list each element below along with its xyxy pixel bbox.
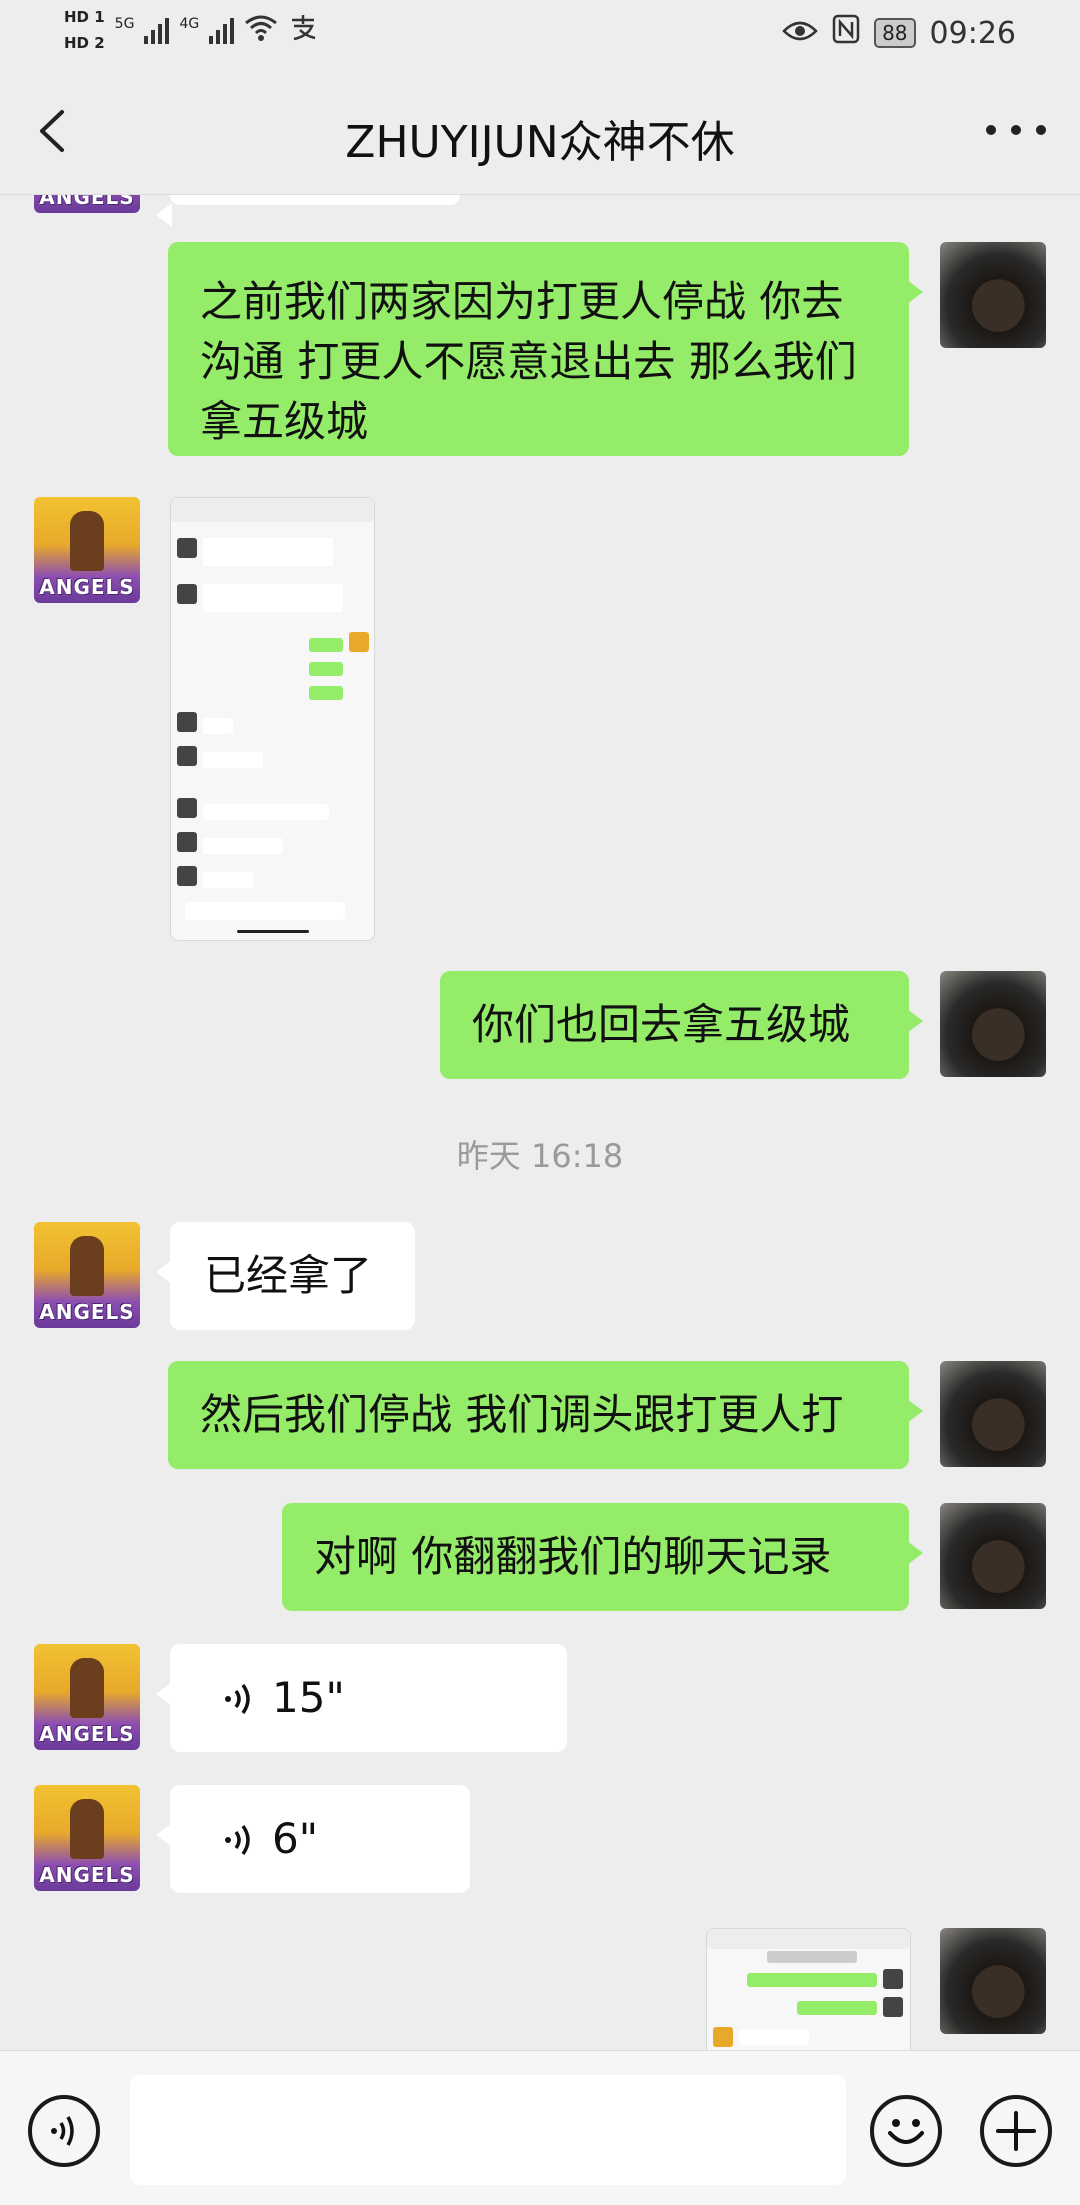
avatar-other[interactable]: ANGELS bbox=[34, 497, 140, 603]
avatar-other[interactable]: ANGELS bbox=[34, 1644, 140, 1750]
signal-icon bbox=[144, 16, 170, 44]
thumb-line bbox=[203, 584, 343, 612]
emoji-button[interactable] bbox=[870, 2095, 942, 2167]
avatar-self[interactable] bbox=[940, 1361, 1046, 1467]
cut-off-bubble bbox=[156, 195, 460, 227]
chat-header: ZHUYIJUN众神不休 bbox=[0, 70, 1080, 195]
avatar-figure bbox=[70, 511, 104, 571]
voice-message-bubble[interactable]: 6" bbox=[156, 1785, 470, 1893]
avatar-other[interactable]: ANGELS bbox=[34, 195, 140, 213]
thumb-green bbox=[747, 1973, 877, 1987]
dot-icon bbox=[986, 125, 996, 135]
clock: 09:26 bbox=[929, 15, 1016, 51]
voice-wave-icon bbox=[51, 2116, 74, 2146]
avatar-self[interactable] bbox=[940, 971, 1046, 1077]
message-bubble-self[interactable]: 然后我们停战 我们调头跟打更人打 bbox=[168, 1361, 923, 1469]
thumb-avatar bbox=[713, 2027, 733, 2047]
avatar-label: ANGELS bbox=[39, 1722, 135, 1746]
voice-duration: 15" bbox=[272, 1673, 345, 1722]
voice-wave-icon bbox=[225, 1824, 250, 1856]
alipay-icon bbox=[288, 12, 318, 49]
avatar-figure bbox=[70, 1799, 104, 1859]
thumb-avatar bbox=[177, 584, 197, 604]
avatar-label: ANGELS bbox=[39, 1300, 135, 1324]
thumb-line bbox=[203, 838, 283, 854]
avatar-other[interactable]: ANGELS bbox=[34, 1222, 140, 1328]
thumb-line bbox=[203, 718, 233, 734]
status-bar: HD 1 HD 2 5G 4G 88 09:26 bbox=[0, 0, 1080, 70]
hd1-label: HD 1 bbox=[64, 8, 105, 26]
wifi-icon bbox=[244, 13, 278, 48]
avatar-self[interactable] bbox=[940, 242, 1046, 348]
thumb-avatar bbox=[177, 538, 197, 558]
message-bubble-other[interactable]: 已经拿了 bbox=[156, 1222, 415, 1330]
nfc-icon bbox=[832, 14, 860, 52]
avatar-self[interactable] bbox=[940, 1928, 1046, 2034]
thumb-avatar bbox=[177, 832, 197, 852]
input-bar bbox=[0, 2050, 1080, 2205]
thumb-green bbox=[309, 638, 343, 652]
thumb-line bbox=[237, 930, 309, 933]
dot-icon bbox=[1036, 125, 1046, 135]
thumb-line bbox=[203, 538, 333, 566]
message-input[interactable] bbox=[130, 2075, 846, 2185]
network-4g-label: 4G bbox=[179, 16, 200, 32]
eye-icon bbox=[782, 16, 818, 51]
thumb-line bbox=[185, 902, 345, 920]
message-list[interactable]: ANGELS 之前我们两家因为打更人停战 你去沟通 打更人不愿意退出去 那么我们… bbox=[0, 195, 1080, 2050]
plus-icon bbox=[996, 2111, 1036, 2151]
thumb-green bbox=[309, 662, 343, 676]
battery-indicator: 88 bbox=[874, 18, 916, 48]
hd2-label: HD 2 bbox=[64, 34, 105, 52]
thumb-line bbox=[739, 2029, 809, 2045]
thumb-avatar bbox=[883, 1997, 903, 2017]
voice-input-button[interactable] bbox=[28, 2095, 100, 2167]
thumb-green bbox=[309, 686, 343, 700]
hd-indicators: HD 1 HD 2 bbox=[64, 6, 105, 54]
avatar-figure bbox=[70, 1658, 104, 1718]
status-right: 88 09:26 bbox=[782, 14, 1016, 52]
thumb-line bbox=[203, 804, 329, 820]
more-options-button[interactable] bbox=[986, 120, 1046, 140]
voice-wave-icon bbox=[225, 1683, 250, 1715]
dot-icon bbox=[1011, 125, 1021, 135]
message-bubble-self[interactable]: 之前我们两家因为打更人停战 你去沟通 打更人不愿意退出去 那么我们拿五级城 bbox=[168, 242, 923, 456]
thumb-avatar bbox=[177, 746, 197, 766]
thumb-avatar bbox=[177, 866, 197, 886]
screenshot-image-message[interactable] bbox=[706, 1928, 911, 2050]
avatar-label: ANGELS bbox=[39, 575, 135, 599]
avatar-label: ANGELS bbox=[39, 195, 135, 209]
status-left: HD 1 HD 2 5G 4G bbox=[64, 6, 318, 54]
thumb-avatar bbox=[349, 632, 369, 652]
thumb-line bbox=[171, 498, 374, 522]
thumb-avatar bbox=[177, 712, 197, 732]
avatar-label: ANGELS bbox=[39, 1863, 135, 1887]
voice-message-bubble[interactable]: 15" bbox=[156, 1644, 567, 1752]
thumb-line bbox=[767, 1951, 857, 1963]
more-functions-button[interactable] bbox=[980, 2095, 1052, 2167]
network-5g-label: 5G bbox=[114, 16, 135, 32]
message-bubble-self[interactable]: 对啊 你翻翻我们的聊天记录 bbox=[282, 1503, 923, 1611]
thumb-line bbox=[707, 1929, 910, 1949]
thumb-avatar bbox=[177, 798, 197, 818]
avatar-other[interactable]: ANGELS bbox=[34, 1785, 140, 1891]
chat-timestamp: 昨天 16:18 bbox=[456, 1137, 624, 1175]
smiley-icon bbox=[888, 2119, 924, 2144]
message-bubble-self[interactable]: 你们也回去拿五级城 bbox=[440, 971, 923, 1079]
thumb-green bbox=[797, 2001, 877, 2015]
voice-duration: 6" bbox=[272, 1814, 319, 1863]
avatar-self[interactable] bbox=[940, 1503, 1046, 1609]
signal-icon-2 bbox=[209, 16, 235, 44]
thumb-avatar bbox=[883, 1969, 903, 1989]
avatar-figure bbox=[70, 1236, 104, 1296]
thumb-line bbox=[203, 872, 253, 888]
thumb-line bbox=[203, 752, 263, 768]
screenshot-image-message[interactable] bbox=[170, 497, 375, 941]
chat-title: ZHUYIJUN众神不休 bbox=[345, 117, 735, 168]
